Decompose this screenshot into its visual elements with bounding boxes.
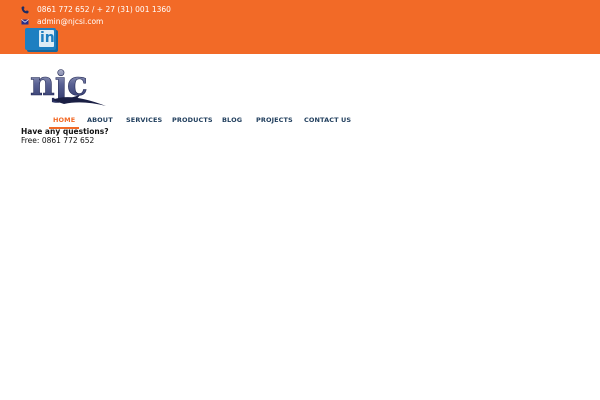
phone-icon	[21, 6, 29, 14]
nav-item-products[interactable]: PRODUCTS	[172, 114, 213, 128]
email-contact[interactable]: admin@njcsi.com	[21, 17, 103, 26]
free-phone-text[interactable]: Free: 0861 772 652	[21, 136, 94, 145]
nav-item-projects[interactable]: PROJECTS	[256, 114, 293, 128]
nav-item-about[interactable]: ABOUT	[87, 114, 113, 128]
nav-item-contact-us[interactable]: CONTACT US	[304, 114, 351, 128]
page: 0861 772 652 / + 27 (31) 001 1360 admin@…	[0, 0, 600, 400]
phone-contact[interactable]: 0861 772 652 / + 27 (31) 001 1360	[21, 5, 171, 14]
email-text: admin@njcsi.com	[37, 17, 104, 26]
phone-text: 0861 772 652 / + 27 (31) 001 1360	[37, 5, 171, 14]
linkedin-icon[interactable]: in	[25, 28, 56, 50]
nav-item-blog[interactable]: BLOG	[222, 114, 242, 128]
site-logo[interactable]: njc	[30, 62, 108, 110]
envelope-icon	[21, 18, 29, 26]
questions-heading: Have any questions?	[21, 127, 109, 136]
top-bar: 0861 772 652 / + 27 (31) 001 1360 admin@…	[0, 0, 600, 54]
nav-item-services[interactable]: SERVICES	[126, 114, 162, 128]
linkedin-glyph: in	[39, 30, 55, 47]
nav-item-home[interactable]: HOME	[48, 114, 80, 129]
